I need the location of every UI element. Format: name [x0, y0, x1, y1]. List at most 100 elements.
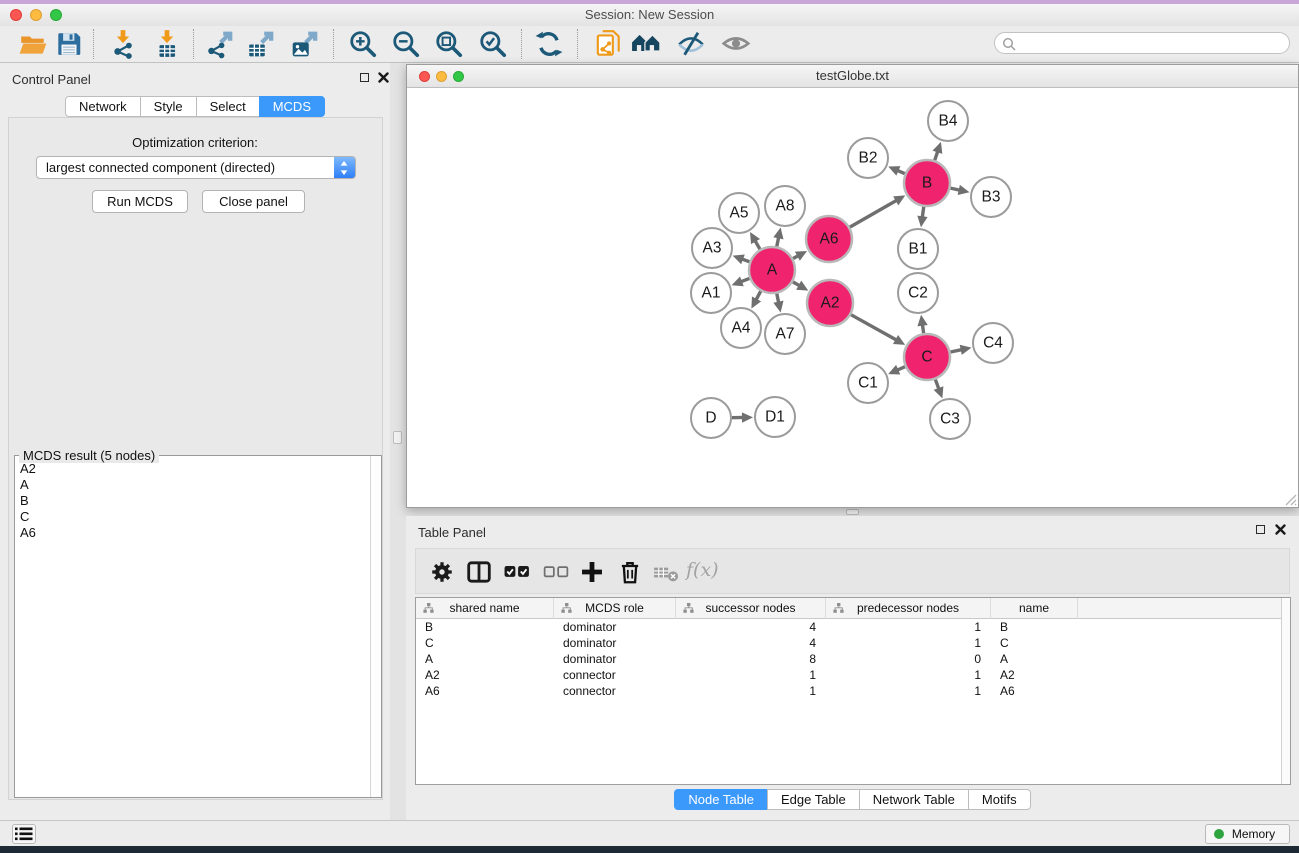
- table-row[interactable]: A6connector11A6: [416, 683, 1281, 699]
- table-cell[interactable]: dominator: [554, 619, 676, 635]
- table-cell[interactable]: A2: [416, 667, 554, 683]
- graph-node-C4[interactable]: C4: [973, 323, 1013, 363]
- tab-node-table[interactable]: Node Table: [674, 789, 768, 810]
- close-view-button[interactable]: [419, 71, 430, 82]
- table-cell[interactable]: A2: [991, 667, 1078, 683]
- zoom-out-button[interactable]: [391, 29, 421, 59]
- table-cell[interactable]: A: [416, 651, 554, 667]
- graph-node-B4[interactable]: B4: [928, 101, 968, 141]
- graph-node-A5[interactable]: A5: [719, 193, 759, 233]
- delete-column-button[interactable]: [617, 559, 643, 585]
- column-header-successor-nodes[interactable]: successor nodes: [676, 598, 826, 619]
- show-eye-button[interactable]: [721, 29, 751, 59]
- save-session-button[interactable]: [54, 29, 84, 59]
- table-cell[interactable]: dominator: [554, 635, 676, 651]
- delete-table-button[interactable]: [653, 559, 679, 585]
- graph-node-B2[interactable]: B2: [848, 138, 888, 178]
- graph-node-B1[interactable]: B1: [898, 229, 938, 269]
- close-panel-icon[interactable]: [377, 71, 391, 85]
- graph-node-A3[interactable]: A3: [692, 228, 732, 268]
- graph-node-A7[interactable]: A7: [765, 314, 805, 354]
- close-panel-icon[interactable]: [1274, 523, 1288, 537]
- table-row[interactable]: Bdominator41B: [416, 619, 1281, 635]
- refresh-button[interactable]: [534, 29, 564, 59]
- graph-node-D[interactable]: D: [691, 398, 731, 438]
- export-network-button[interactable]: [205, 29, 235, 59]
- task-history-button[interactable]: [12, 824, 36, 844]
- table-cell[interactable]: A6: [991, 683, 1078, 699]
- show-columns-button[interactable]: [466, 559, 492, 585]
- divider-grip[interactable]: [393, 431, 402, 444]
- graph-node-C[interactable]: C: [904, 334, 950, 380]
- table-settings-button[interactable]: [429, 559, 455, 585]
- tab-select[interactable]: Select: [196, 96, 260, 117]
- graph-node-B[interactable]: B: [904, 160, 950, 206]
- zoom-selected-button[interactable]: [478, 29, 508, 59]
- minimize-view-button[interactable]: [436, 71, 447, 82]
- duplicate-network-button[interactable]: [593, 29, 623, 59]
- home-button[interactable]: [631, 29, 661, 59]
- result-item[interactable]: C: [15, 508, 369, 524]
- zoom-in-button[interactable]: [348, 29, 378, 59]
- table-row[interactable]: Adominator80A: [416, 651, 1281, 667]
- tab-style[interactable]: Style: [140, 96, 197, 117]
- table-cell[interactable]: C: [991, 635, 1078, 651]
- table-cell[interactable]: 4: [676, 635, 826, 651]
- unselect-all-button[interactable]: [543, 559, 569, 585]
- table-cell[interactable]: A6: [416, 683, 554, 699]
- hide-eye-button[interactable]: [676, 29, 706, 59]
- graph-node-A6[interactable]: A6: [806, 216, 852, 262]
- search-input[interactable]: [1019, 34, 1279, 52]
- table-scrollbar[interactable]: [1281, 598, 1290, 784]
- table-cell[interactable]: 1: [826, 619, 991, 635]
- table-cell[interactable]: B: [991, 619, 1078, 635]
- graph-node-C3[interactable]: C3: [930, 399, 970, 439]
- float-panel-icon[interactable]: [1254, 523, 1268, 537]
- table-cell[interactable]: connector: [554, 667, 676, 683]
- run-mcds-button[interactable]: Run MCDS: [92, 190, 188, 213]
- result-item[interactable]: A: [15, 476, 369, 492]
- memory-button[interactable]: Memory: [1205, 824, 1290, 844]
- mcds-result-list[interactable]: A2ABCA6: [15, 460, 369, 797]
- import-table-button[interactable]: [152, 29, 182, 59]
- add-column-button[interactable]: [579, 559, 605, 585]
- graph-node-A8[interactable]: A8: [765, 186, 805, 226]
- result-item[interactable]: B: [15, 492, 369, 508]
- search-field[interactable]: [994, 32, 1290, 54]
- float-panel-icon[interactable]: [358, 71, 372, 85]
- graph-node-D1[interactable]: D1: [755, 397, 795, 437]
- table-cell[interactable]: A: [991, 651, 1078, 667]
- tab-edge-table[interactable]: Edge Table: [767, 789, 860, 810]
- table-cell[interactable]: dominator: [554, 651, 676, 667]
- tab-network[interactable]: Network: [65, 96, 141, 117]
- graph-edge[interactable]: [851, 315, 897, 341]
- export-table-button[interactable]: [246, 29, 276, 59]
- table-cell[interactable]: B: [416, 619, 554, 635]
- graph-node-A2[interactable]: A2: [807, 280, 853, 326]
- table-cell[interactable]: 1: [826, 667, 991, 683]
- close-panel-button[interactable]: Close panel: [202, 190, 305, 213]
- graph-edge[interactable]: [850, 200, 898, 227]
- result-item[interactable]: A6: [15, 524, 369, 540]
- zoom-fit-button[interactable]: [434, 29, 464, 59]
- zoom-window-button[interactable]: [50, 9, 62, 21]
- table-cell[interactable]: 1: [826, 683, 991, 699]
- graph-node-B3[interactable]: B3: [971, 177, 1011, 217]
- table-row[interactable]: Cdominator41C: [416, 635, 1281, 651]
- table-cell[interactable]: 8: [676, 651, 826, 667]
- minimize-window-button[interactable]: [30, 9, 42, 21]
- graph-node-A[interactable]: A: [749, 247, 795, 293]
- divider-grip[interactable]: [846, 509, 859, 515]
- function-builder-button[interactable]: f(x): [686, 559, 719, 581]
- table-cell[interactable]: C: [416, 635, 554, 651]
- select-all-button[interactable]: [504, 559, 530, 585]
- resize-grip-icon[interactable]: [1283, 492, 1297, 506]
- tab-motifs[interactable]: Motifs: [968, 789, 1031, 810]
- vertical-split-divider[interactable]: [390, 63, 406, 820]
- horizontal-split-divider[interactable]: [406, 508, 1299, 516]
- graph-node-A4[interactable]: A4: [721, 308, 761, 348]
- network-canvas[interactable]: AA1A2A3A4A5A6A7A8BB1B2B3B4CC1C2C3C4DD1: [407, 88, 1298, 507]
- table-cell[interactable]: 1: [676, 667, 826, 683]
- close-window-button[interactable]: [10, 9, 22, 21]
- table-cell[interactable]: 1: [676, 683, 826, 699]
